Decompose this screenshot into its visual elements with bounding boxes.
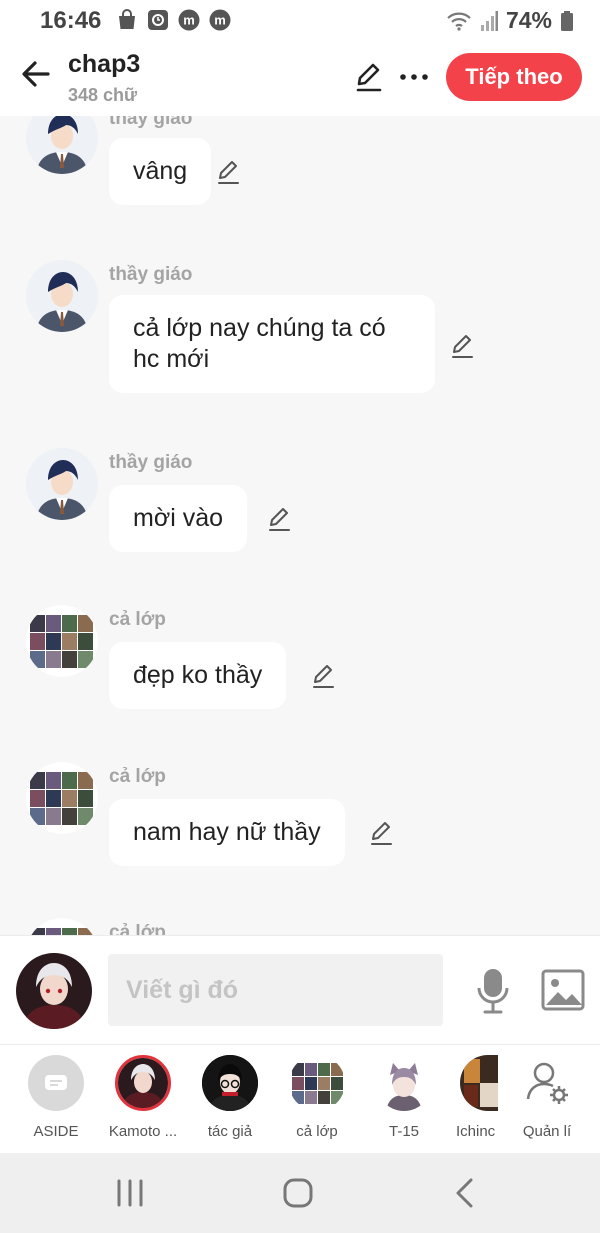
composer-bar xyxy=(0,935,600,1045)
clock-app-icon xyxy=(148,10,168,30)
edit-message-icon[interactable] xyxy=(215,158,243,186)
svg-text:m: m xyxy=(183,13,195,28)
sender-name: thầy giáo xyxy=(109,264,193,285)
system-nav-bar xyxy=(0,1153,600,1233)
character-kamoto[interactable]: Kamoto ... xyxy=(103,1055,183,1140)
status-bar: 16:46 m m 74% xyxy=(0,0,600,40)
character-label: Kamoto ... xyxy=(108,1123,178,1140)
bag-icon xyxy=(119,9,135,29)
t15-avatar xyxy=(376,1055,432,1111)
more-options-icon[interactable] xyxy=(398,62,430,92)
signal-icon xyxy=(480,10,498,31)
image-icon[interactable] xyxy=(541,969,585,1011)
manage-avatar xyxy=(519,1055,575,1111)
character-manage[interactable]: Quản lí xyxy=(507,1055,587,1140)
system-status: 74% xyxy=(446,7,574,34)
wifi-icon xyxy=(447,12,471,31)
character-class[interactable]: cả lớp xyxy=(277,1055,357,1140)
character-label: tác giả xyxy=(207,1123,253,1140)
class-avatar[interactable] xyxy=(26,918,98,935)
microphone-icon[interactable] xyxy=(474,966,512,1016)
next-button[interactable]: Tiếp theo xyxy=(446,53,582,101)
message-bubble[interactable]: đẹp ko thầy xyxy=(109,642,287,709)
author-avatar xyxy=(202,1055,258,1111)
chat-area[interactable]: thầy giáo vâng thầy giáo cả lớp nay chún… xyxy=(0,116,600,935)
svg-text:m: m xyxy=(214,13,226,28)
message-bubble[interactable]: mời vào xyxy=(109,485,248,552)
message-bubble[interactable]: nam hay nữ thầy xyxy=(109,799,345,866)
character-label: cả lớp xyxy=(296,1123,338,1140)
status-time: 16:46 xyxy=(40,7,102,34)
teacher-avatar[interactable] xyxy=(26,448,98,520)
class-avatar[interactable] xyxy=(26,605,98,677)
m-app-icon: m xyxy=(178,9,200,31)
home-icon[interactable] xyxy=(278,1175,318,1211)
edit-message-icon[interactable] xyxy=(368,819,396,847)
teacher-avatar[interactable] xyxy=(26,260,98,332)
chapter-title: chap3 xyxy=(68,50,141,78)
message-bubble[interactable]: cả lớp nay chúng ta có hc mới xyxy=(109,295,435,393)
class-avatar[interactable] xyxy=(26,762,98,834)
editor-header: chap3 348 chữ Tiếp theo xyxy=(0,40,600,116)
teacher-avatar[interactable] xyxy=(26,116,98,174)
edit-pencil-icon[interactable] xyxy=(352,60,386,94)
class-avatar xyxy=(289,1055,345,1111)
edit-message-icon[interactable] xyxy=(449,332,477,360)
sender-name: cả lớp xyxy=(109,766,166,787)
ichinc-avatar xyxy=(460,1055,498,1111)
character-selector: ASIDE Kamoto ... tác giả cả lớp T-15 Ich… xyxy=(0,1045,600,1153)
character-label: ASIDE xyxy=(33,1123,79,1140)
aside-avatar xyxy=(28,1055,84,1111)
edit-message-icon[interactable] xyxy=(310,662,338,690)
back-arrow-icon[interactable] xyxy=(18,56,54,92)
sender-name: thầy giáo xyxy=(109,116,193,129)
battery-level: 74% xyxy=(505,7,552,33)
character-label: T-15 xyxy=(388,1123,419,1140)
message-input[interactable] xyxy=(108,954,443,1026)
battery-icon xyxy=(561,10,573,31)
sender-name: thầy giáo xyxy=(109,452,193,473)
m-app-icon: m xyxy=(209,9,231,31)
edit-message-icon[interactable] xyxy=(266,505,294,533)
character-author[interactable]: tác giả xyxy=(190,1055,270,1140)
character-label: Ichinc xyxy=(456,1123,496,1140)
notification-icons: m m xyxy=(116,9,231,31)
character-ichinc[interactable]: Ichinc xyxy=(442,1055,502,1140)
word-count: 348 chữ xyxy=(68,85,138,105)
current-character-avatar[interactable] xyxy=(16,953,92,1029)
sender-name: cả lớp xyxy=(109,609,166,630)
system-back-icon[interactable] xyxy=(446,1175,486,1211)
sender-name: cả lớp xyxy=(109,922,166,935)
message-bubble[interactable]: vâng xyxy=(109,138,212,205)
character-aside[interactable]: ASIDE xyxy=(16,1055,96,1140)
character-t15[interactable]: T-15 xyxy=(364,1055,444,1140)
kamoto-avatar xyxy=(115,1055,171,1111)
recent-apps-icon[interactable] xyxy=(110,1175,150,1211)
character-label: Quản lí xyxy=(522,1123,572,1140)
